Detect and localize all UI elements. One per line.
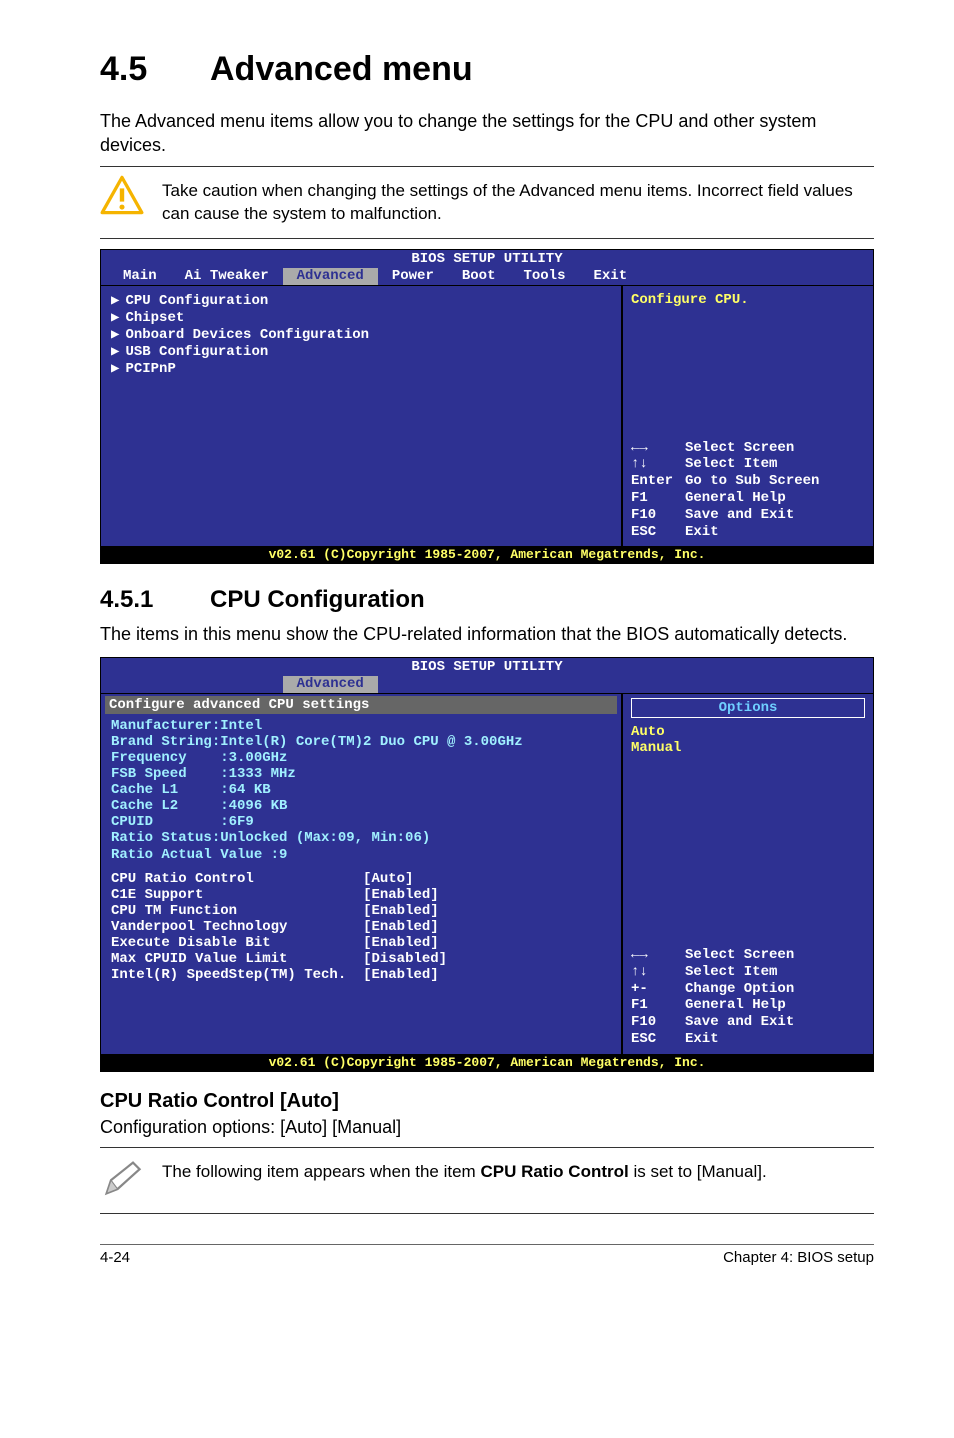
page-footer: 4-24 Chapter 4: BIOS setup bbox=[100, 1244, 874, 1266]
nav-label: General Help bbox=[685, 997, 786, 1013]
caution-text: Take caution when changing the settings … bbox=[162, 180, 874, 226]
bios-menu-item: CPU Configuration bbox=[125, 293, 268, 309]
nav-label: Select Item bbox=[685, 964, 777, 980]
intro-paragraph: The Advanced menu items allow you to cha… bbox=[100, 109, 874, 158]
bios-tab-bar: Main Ai Tweaker Advanced Power Boot Tool… bbox=[101, 268, 873, 285]
option-value: Auto bbox=[631, 724, 865, 740]
subsection-heading: 4.5.1CPU Configuration bbox=[100, 586, 874, 614]
nav-label: Exit bbox=[685, 524, 719, 540]
note-pre: The following item appears when the item bbox=[162, 1162, 480, 1181]
bios-menu-item: USB Configuration bbox=[125, 344, 268, 360]
nav-label: Select Item bbox=[685, 456, 777, 472]
nav-key: +- bbox=[631, 981, 685, 998]
bios-tab-active: Advanced bbox=[283, 676, 378, 693]
pencil-icon bbox=[100, 1156, 144, 1205]
bios-tab: Ai Tweaker bbox=[171, 268, 283, 285]
divider bbox=[100, 166, 874, 167]
nav-label: Exit bbox=[685, 1031, 719, 1047]
bios-tab-bar: Main Ai Tweaker Advanced bbox=[101, 676, 873, 693]
submenu-arrow-icon: ▶ bbox=[111, 310, 119, 326]
bios-tab: Boot bbox=[448, 268, 510, 285]
bios-tab: Tools bbox=[509, 268, 579, 285]
nav-key: F1 bbox=[631, 490, 685, 507]
bios-screenshot-cpu-config: BIOS SETUP UTILITY Main Ai Tweaker Advan… bbox=[100, 657, 874, 1072]
bios-copyright: v02.61 (C)Copyright 1985-2007, American … bbox=[101, 1054, 873, 1071]
option-value: Manual bbox=[631, 740, 865, 756]
bios-copyright: v02.61 (C)Copyright 1985-2007, American … bbox=[101, 546, 873, 563]
bios-screenshot-advanced-menu: BIOS SETUP UTILITY Main Ai Tweaker Advan… bbox=[100, 249, 874, 564]
nav-key: F1 bbox=[631, 997, 685, 1014]
bios-title: BIOS SETUP UTILITY bbox=[101, 658, 873, 676]
options-header: Options bbox=[631, 698, 865, 718]
section-heading: 4.5Advanced menu bbox=[100, 50, 874, 89]
nav-label: General Help bbox=[685, 490, 786, 506]
nav-key: ←→ bbox=[631, 947, 685, 964]
nav-label: Save and Exit bbox=[685, 507, 794, 523]
bios-tab: Main bbox=[109, 268, 171, 285]
page-number: 4-24 bbox=[100, 1249, 130, 1266]
bios-nav-help: ←→Select Screen ↑↓Select Item +-Change O… bbox=[631, 947, 865, 1048]
setting-item-heading: CPU Ratio Control [Auto] bbox=[100, 1090, 874, 1113]
caution-note: Take caution when changing the settings … bbox=[100, 175, 874, 231]
note-post: is set to [Manual]. bbox=[629, 1162, 767, 1181]
nav-label: Save and Exit bbox=[685, 1014, 794, 1030]
bios-tab: Exit bbox=[579, 268, 641, 285]
divider bbox=[100, 238, 874, 239]
nav-label: Go to Sub Screen bbox=[685, 473, 819, 489]
cpu-info-block: Manufacturer:Intel Brand String:Intel(R)… bbox=[111, 718, 611, 863]
section-title-text: Advanced menu bbox=[210, 50, 473, 88]
nav-label: Select Screen bbox=[685, 440, 794, 456]
cpu-settings-block: CPU Ratio Control [Auto] C1E Support [En… bbox=[111, 871, 611, 984]
nav-key: ↑↓ bbox=[631, 456, 685, 473]
bios-pane-header: Configure advanced CPU settings bbox=[105, 696, 617, 714]
nav-key: F10 bbox=[631, 1014, 685, 1031]
bios-tab: Power bbox=[378, 268, 448, 285]
nav-key: Enter bbox=[631, 473, 685, 490]
submenu-arrow-icon: ▶ bbox=[111, 361, 119, 377]
bios-title: BIOS SETUP UTILITY bbox=[101, 250, 873, 268]
nav-key: ESC bbox=[631, 524, 685, 541]
subsection-number: 4.5.1 bbox=[100, 586, 210, 614]
nav-key: ESC bbox=[631, 1031, 685, 1048]
submenu-arrow-icon: ▶ bbox=[111, 293, 119, 309]
divider bbox=[100, 1213, 874, 1214]
nav-label: Select Screen bbox=[685, 947, 794, 963]
submenu-arrow-icon: ▶ bbox=[111, 344, 119, 360]
nav-label: Change Option bbox=[685, 981, 794, 997]
submenu-arrow-icon: ▶ bbox=[111, 327, 119, 343]
note-bold: CPU Ratio Control bbox=[480, 1162, 628, 1181]
section-number: 4.5 bbox=[100, 50, 210, 89]
nav-key: F10 bbox=[631, 507, 685, 524]
divider bbox=[100, 1147, 874, 1148]
bios-menu-item: Onboard Devices Configuration bbox=[125, 327, 369, 343]
bios-help-text: Configure CPU. bbox=[631, 292, 865, 308]
subsection-intro: The items in this menu show the CPU-rela… bbox=[100, 622, 874, 646]
subsection-title: CPU Configuration bbox=[210, 586, 425, 613]
warning-icon bbox=[100, 175, 144, 220]
setting-item-body: Configuration options: [Auto] [Manual] bbox=[100, 1115, 874, 1139]
bios-tab-active: Advanced bbox=[283, 268, 378, 285]
bios-menu-list: ▶ CPU Configuration ▶ Chipset ▶ Onboard Dev… bbox=[101, 286, 623, 546]
chapter-label: Chapter 4: BIOS setup bbox=[723, 1249, 874, 1266]
nav-key: ←→ bbox=[631, 440, 685, 457]
info-note-text: The following item appears when the item… bbox=[162, 1161, 767, 1184]
nav-key: ↑↓ bbox=[631, 964, 685, 981]
bios-cpu-settings-pane: Configure advanced CPU settings Manufact… bbox=[101, 694, 623, 1054]
bios-nav-help: ←→Select Screen ↑↓Select Item EnterGo to… bbox=[631, 440, 865, 541]
info-note: The following item appears when the item… bbox=[100, 1156, 874, 1205]
bios-menu-item: PCIPnP bbox=[125, 361, 175, 377]
bios-menu-item: Chipset bbox=[125, 310, 184, 326]
